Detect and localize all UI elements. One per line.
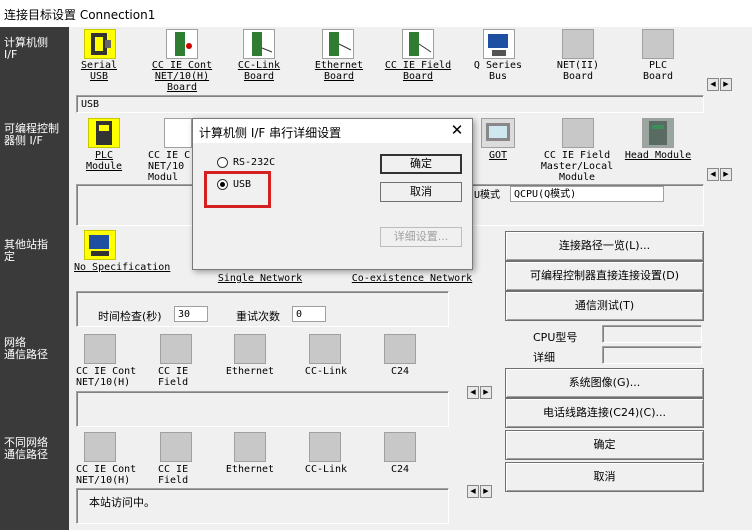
coexistence-network-label[interactable]: Co-existence Network [346, 273, 478, 284]
net-ii-board-icon[interactable] [562, 29, 594, 59]
net-route-c24-icon[interactable] [384, 334, 416, 364]
head-module-icon[interactable] [642, 118, 674, 148]
cpu-type-field [602, 325, 702, 343]
diff-net-scroll-right[interactable]: ▶ [480, 485, 492, 498]
comm-test-button[interactable]: 通信测试(T) [505, 291, 704, 321]
net-route-cc-link-icon[interactable] [309, 334, 341, 364]
plc-if-label-3[interactable]: CC IE Field Master/Local Module [536, 150, 618, 183]
close-icon[interactable]: ✕ [448, 121, 466, 139]
cpu-type-label: CPU型号 [533, 331, 578, 344]
cc-ie-field-master-icon[interactable] [562, 118, 594, 148]
net-route-label-2[interactable]: Ethernet [222, 366, 278, 377]
pc-if-label-0[interactable]: Serial USB [76, 60, 122, 82]
rs232c-label[interactable]: RS-232C [233, 157, 275, 168]
detail-field [602, 346, 702, 364]
plc-mode-value-field: QCPU(Q模式) [510, 186, 664, 202]
cc-link-board-icon[interactable] [243, 29, 275, 59]
diff-net-cc-link-icon[interactable] [309, 432, 341, 462]
direct-connect-button[interactable]: 可编程控制器直接连接设置(D) [505, 261, 704, 291]
phone-line-button[interactable]: 电话线路连接(C24)(C)... [505, 398, 704, 428]
net-route-label-0[interactable]: CC IE Cont NET/10(H) [76, 366, 136, 388]
net-route-label-4[interactable]: C24 [380, 366, 420, 377]
route-list-button[interactable]: 连接路径一览(L)... [505, 231, 704, 261]
dialog-detail-button[interactable]: 详细设置... [380, 227, 462, 247]
diff-net-c24-icon[interactable] [384, 432, 416, 462]
diff-net-ethernet-icon[interactable] [234, 432, 266, 462]
time-check-label: 时间检查(秒) [98, 310, 162, 323]
plc-if-label-4[interactable]: Head Module [622, 150, 694, 161]
window-title: 连接目标设置 Connection1 [4, 8, 156, 22]
pc-if-label-1[interactable]: CC IE Cont NET/10(H) Board [146, 60, 218, 93]
detail-label: 详细 [533, 351, 555, 364]
label-pc-if: 计算机侧 I/F [4, 36, 48, 61]
plc-if-label-2[interactable]: GOT [478, 150, 518, 161]
cancel-button[interactable]: 取消 [505, 462, 704, 492]
ethernet-board-icon[interactable] [322, 29, 354, 59]
dialog-ok-button[interactable]: 确定 [380, 154, 462, 174]
serial-usb-icon[interactable] [84, 29, 116, 59]
net-route-cc-ie-field-icon[interactable] [160, 334, 192, 364]
label-diff-network: 不同网络 通信路径 [4, 436, 48, 461]
q-series-bus-icon[interactable] [483, 29, 515, 59]
label-network-route: 网络 通信路径 [4, 336, 48, 361]
single-network-label[interactable]: Single Network [210, 273, 310, 284]
net-route-label-1[interactable]: CC IE Field [158, 366, 198, 388]
diff-net-cc-ie-field-icon[interactable] [160, 432, 192, 462]
time-check-input[interactable]: 30 [174, 306, 208, 322]
diff-net-label-3[interactable]: CC-Link [298, 464, 354, 475]
net-route-label-3[interactable]: CC-Link [298, 366, 354, 377]
diff-net-cc-ie-cont-icon[interactable] [84, 432, 116, 462]
pc-if-label-6[interactable]: NET(II) Board [550, 60, 606, 82]
plc-module-icon[interactable] [88, 118, 120, 148]
pc-if-label-4[interactable]: CC IE Field Board [382, 60, 454, 82]
diff-net-label-4[interactable]: C24 [380, 464, 420, 475]
ok-button[interactable]: 确定 [505, 430, 704, 460]
pc-if-scroll-right[interactable]: ▶ [720, 78, 732, 91]
rs232c-radio[interactable] [217, 157, 228, 168]
got-icon[interactable] [481, 118, 515, 148]
net-route-ethernet-icon[interactable] [234, 334, 266, 364]
label-other-station: 其他站指定 [4, 238, 48, 263]
plc-if-scroll-left[interactable]: ◀ [707, 168, 719, 181]
pc-if-label-2[interactable]: CC-Link Board [232, 60, 286, 82]
plc-if-scroll-right[interactable]: ▶ [720, 168, 732, 181]
cc-ie-field-board-icon[interactable] [402, 29, 434, 59]
no-specification-label[interactable]: No Specification [74, 262, 174, 273]
pc-if-scroll-left[interactable]: ◀ [707, 78, 719, 91]
pc-if-value-field: USB [76, 95, 704, 113]
pc-if-label-3[interactable]: Ethernet Board [312, 60, 366, 82]
net-route-cc-ie-cont-icon[interactable] [84, 334, 116, 364]
window-titlebar: 连接目标设置 Connection1 [0, 0, 752, 27]
net-route-info-box [76, 391, 449, 427]
cc-ie-cont-board-icon[interactable] [166, 29, 198, 59]
retry-input[interactable]: 0 [292, 306, 326, 322]
pc-if-label-7[interactable]: PLC Board [632, 60, 684, 82]
label-plc-if: 可编程控制 器侧 I/F [4, 122, 59, 147]
dialog-cancel-button[interactable]: 取消 [380, 182, 462, 202]
retry-label: 重试次数 [236, 310, 280, 323]
diff-net-label-2[interactable]: Ethernet [222, 464, 278, 475]
cc-ie-cont-module-icon[interactable] [164, 118, 192, 148]
no-specification-icon[interactable] [84, 230, 116, 260]
diff-net-scroll-left[interactable]: ◀ [467, 485, 479, 498]
net-route-scroll-right[interactable]: ▶ [480, 386, 492, 399]
usb-highlight-box [204, 171, 271, 208]
system-image-button[interactable]: 系统图像(G)... [505, 368, 704, 398]
left-panel: 计算机侧 I/F 可编程控制 器侧 I/F 其他站指定 网络 通信路径 不同网络 通信路… [0, 27, 69, 530]
plc-if-label-1[interactable]: CC IE C NET/10 Modul [148, 150, 192, 183]
status-box: 本站访问中。 [76, 488, 449, 524]
plc-mode-label: U模式 [474, 190, 501, 201]
dialog-title: 计算机侧 I/F 串行详细设置 [199, 126, 342, 140]
pc-if-label-5[interactable]: Q Series Bus [470, 60, 526, 82]
diff-net-label-1[interactable]: CC IE Field [158, 464, 198, 486]
plc-board-icon[interactable] [642, 29, 674, 59]
dialog-titlebar: 计算机侧 I/F 串行详细设置 ✕ [193, 119, 472, 143]
diff-net-label-0[interactable]: CC IE Cont NET/10(H) [76, 464, 136, 486]
plc-if-label-0[interactable]: PLC Module [78, 150, 130, 172]
net-route-scroll-left[interactable]: ◀ [467, 386, 479, 399]
status-text: 本站访问中。 [89, 496, 155, 509]
